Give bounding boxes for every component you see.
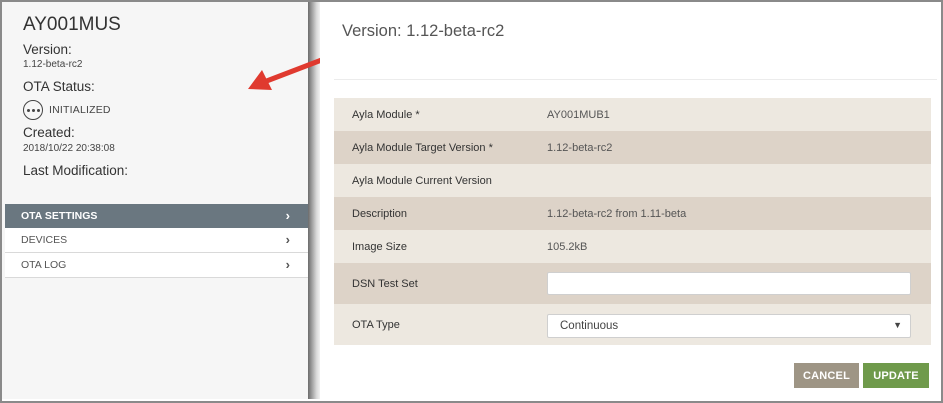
side-nav: OTA SETTINGS › DEVICES › OTA LOG ›	[5, 204, 308, 278]
row-key: Ayla Module Current Version	[352, 174, 492, 187]
chevron-right-icon: ›	[285, 232, 290, 247]
row-value: AY001MUB1	[547, 108, 610, 121]
ota-status-value: INITIALIZED	[49, 104, 111, 116]
table-row: OTA Type Continuous ▼	[334, 304, 931, 345]
ota-status-label: OTA Status:	[23, 79, 95, 94]
row-value: 1.12-beta-rc2 from 1.11-beta	[547, 207, 687, 220]
divider	[334, 79, 937, 80]
row-value: 1.12-beta-rc2	[547, 141, 613, 154]
created-label: Created:	[23, 125, 75, 140]
cancel-button[interactable]: CANCEL	[794, 363, 859, 388]
nav-item-label: OTA LOG	[21, 259, 67, 271]
chevron-right-icon: ›	[285, 208, 290, 223]
row-key: Description	[352, 207, 408, 220]
status-dots-icon	[23, 100, 43, 120]
row-key: Ayla Module Target Version *	[352, 141, 493, 154]
ota-settings-table: Ayla Module * AY001MUB1 Ayla Module Targ…	[334, 98, 931, 345]
ota-status: INITIALIZED	[23, 100, 111, 120]
nav-item-label: DEVICES	[21, 234, 68, 246]
ota-type-select[interactable]: Continuous ▼	[547, 314, 911, 338]
row-key: DSN Test Set	[352, 277, 418, 290]
nav-item-ota-log[interactable]: OTA LOG ›	[5, 253, 308, 278]
nav-item-label: OTA SETTINGS	[21, 210, 98, 222]
table-row: Ayla Module * AY001MUB1	[334, 98, 931, 131]
update-button[interactable]: UPDATE	[863, 363, 929, 388]
table-row: DSN Test Set	[334, 263, 931, 304]
page-title: Version: 1.12-beta-rc2	[342, 22, 505, 40]
row-key: Image Size	[352, 240, 408, 253]
row-value: 105.2kB	[547, 240, 588, 253]
nav-item-devices[interactable]: DEVICES ›	[5, 228, 308, 253]
dsn-test-set-input[interactable]	[547, 272, 911, 295]
last-modification-label: Last Modification:	[23, 163, 129, 178]
table-row: Image Size 105.2kB	[334, 230, 931, 263]
table-row: Ayla Module Current Version	[334, 164, 931, 197]
caret-down-icon: ▼	[893, 320, 902, 330]
row-key: OTA Type	[352, 318, 400, 331]
ota-settings-panel: Version: 1.12-beta-rc2 Ayla Module * AY0…	[320, 2, 939, 399]
nav-item-ota-settings[interactable]: OTA SETTINGS ›	[5, 204, 308, 228]
version-label: Version:	[23, 42, 72, 57]
version-value: 1.12-beta-rc2	[23, 59, 83, 70]
table-row: Ayla Module Target Version * 1.12-beta-r…	[334, 131, 931, 164]
chevron-right-icon: ›	[285, 257, 290, 272]
row-key: Ayla Module *	[352, 108, 420, 121]
table-row: Description 1.12-beta-rc2 from 1.11-beta	[334, 197, 931, 230]
device-name: AY001MUS	[23, 14, 121, 35]
ota-type-selected: Continuous	[560, 320, 619, 332]
created-value: 2018/10/22 20:38:08	[23, 143, 115, 154]
